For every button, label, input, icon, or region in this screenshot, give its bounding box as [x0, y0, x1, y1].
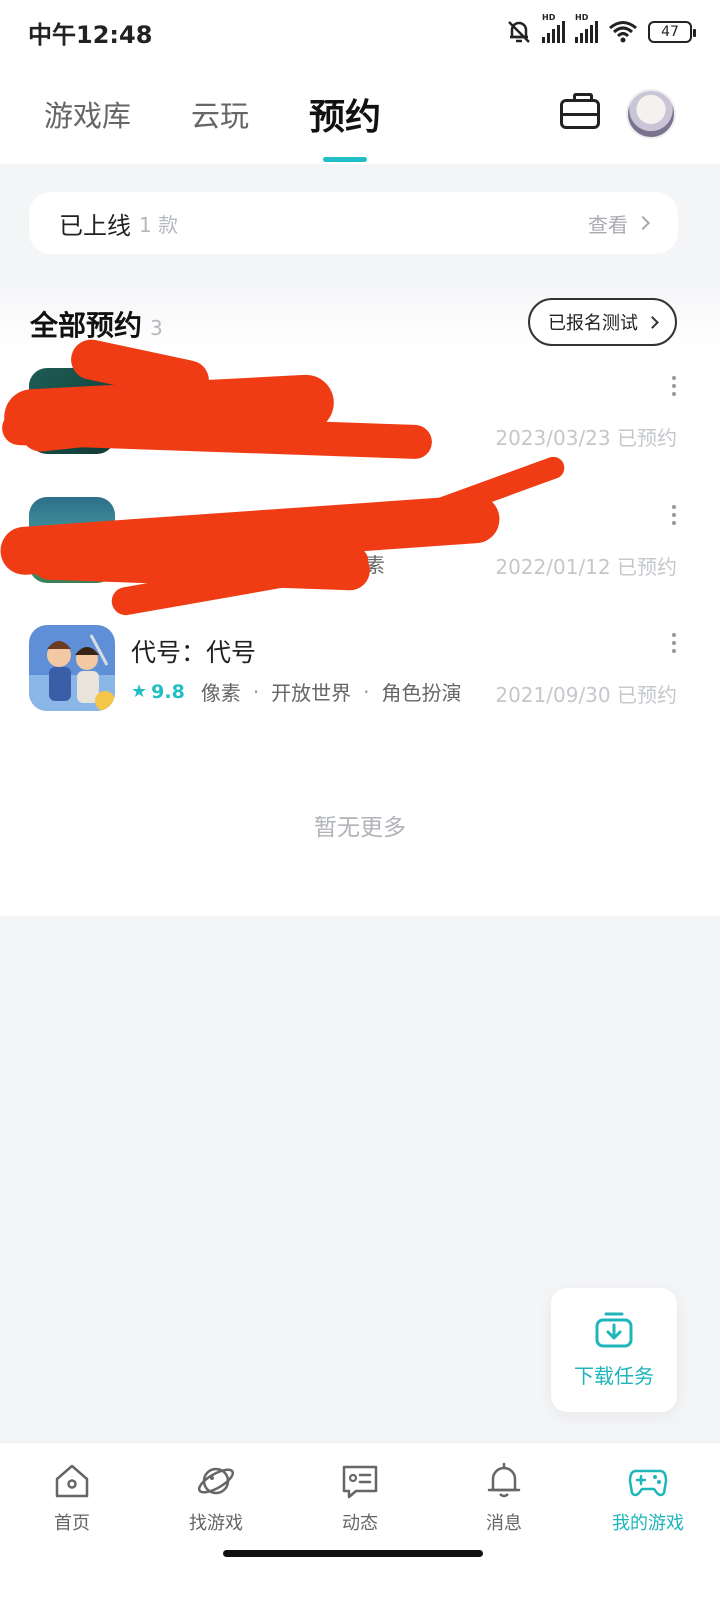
nav-messages[interactable]: 消息 — [432, 1443, 576, 1600]
avatar[interactable] — [626, 89, 676, 139]
nav-feed-label: 动态 — [342, 1513, 378, 1534]
status-bar: 中午12:48 HD HD 47 — [0, 0, 720, 64]
tab-cloud-play[interactable]: 云玩 — [191, 93, 249, 135]
battery-icon: 47 — [648, 21, 696, 43]
top-tab-bar: 游戏库 云玩 预约 — [0, 64, 720, 164]
reservation-list: 全部预约 3 已报名测试 2023/03/23 已预约 像素 2022/01/12… — [0, 280, 720, 916]
game-tag: 开放世界 — [271, 681, 352, 705]
section-count: 3 — [150, 316, 163, 340]
battery-level: 47 — [661, 24, 679, 40]
nav-my-games[interactable]: 我的游戏 — [576, 1443, 720, 1600]
nav-discover-label: 找游戏 — [189, 1513, 243, 1534]
more-options-icon[interactable] — [672, 505, 676, 525]
tab-game-library[interactable]: 游戏库 — [44, 93, 131, 135]
download-tray-icon — [595, 1312, 633, 1347]
mute-bell-icon — [508, 21, 530, 43]
list-item[interactable]: 2023/03/23 已预约 — [0, 335, 720, 478]
section-title: 全部预约 3 — [30, 304, 163, 344]
signal-icon-2: HD — [575, 13, 598, 43]
more-options-icon[interactable] — [672, 376, 676, 396]
bottom-nav: 首页 找游戏 动态 消息 我的游戏 — [0, 1442, 720, 1600]
toolbox-icon[interactable] — [560, 93, 600, 129]
nav-home[interactable]: 首页 — [0, 1443, 144, 1600]
nav-feed[interactable]: 动态 — [288, 1443, 432, 1600]
nav-home-label: 首页 — [54, 1513, 90, 1534]
view-link[interactable]: 查看 — [588, 209, 651, 238]
reservation-date: 2021/09/30 已预约 — [495, 683, 677, 707]
hd-label-1: HD — [542, 13, 556, 22]
planet-icon — [197, 1467, 235, 1495]
game-score: 9.8 — [151, 680, 185, 703]
section-title-text: 全部预约 — [30, 309, 143, 342]
no-more-text: 暂无更多 — [314, 815, 406, 841]
registered-tests-label: 已报名测试 — [548, 313, 638, 334]
chevron-right-icon — [635, 215, 651, 231]
registered-tests-button[interactable]: 已报名测试 — [528, 298, 677, 346]
status-time: 中午12:48 — [28, 20, 153, 49]
list-item[interactable]: 代号：代号 ★ 9.8 像素 · 开放世界 · 角色扮演 2021/09/30 … — [0, 625, 720, 735]
online-games-card[interactable]: 已上线 1 款 查看 — [29, 192, 678, 254]
game-name: 代号：代号 — [131, 638, 257, 667]
signal-icon-1: HD — [542, 13, 565, 43]
hd-label-2: HD — [575, 13, 589, 22]
game-meta: ★ 9.8 像素 · 开放世界 · 角色扮演 — [131, 677, 462, 706]
star-icon: ★ — [131, 681, 148, 702]
game-icon — [29, 625, 115, 711]
reservation-date: 2022/01/12 已预约 — [495, 555, 677, 579]
view-label: 查看 — [588, 212, 628, 237]
tag-separator: · — [363, 679, 370, 704]
tag-separator: · — [252, 679, 260, 704]
header-actions — [560, 89, 676, 139]
nav-my-games-label: 我的游戏 — [612, 1513, 684, 1534]
download-tasks-button[interactable]: 下载任务 — [551, 1288, 677, 1412]
download-tasks-label: 下载任务 — [574, 1363, 654, 1388]
online-title: 已上线 — [59, 211, 131, 240]
nav-discover[interactable]: 找游戏 — [144, 1443, 288, 1600]
more-options-icon[interactable] — [672, 633, 676, 653]
tab-reservations[interactable]: 预约 — [309, 88, 381, 140]
home-icon — [55, 1464, 89, 1498]
reservation-date: 2023/03/23 已预约 — [495, 426, 677, 450]
game-tag: 角色扮演 — [381, 681, 462, 705]
nav-messages-label: 消息 — [486, 1513, 522, 1534]
wifi-icon — [609, 21, 637, 43]
bell-icon — [487, 1462, 521, 1498]
chevron-right-icon — [646, 315, 659, 329]
gamepad-icon — [628, 1469, 668, 1497]
list-item[interactable]: 像素 2022/01/12 已预约 — [0, 453, 720, 618]
home-indicator[interactable] — [223, 1550, 483, 1557]
message-card-icon — [342, 1465, 378, 1499]
status-icons: HD HD 47 — [506, 13, 696, 45]
game-tag: 像素 — [200, 681, 241, 705]
online-count: 1 款 — [139, 212, 179, 237]
